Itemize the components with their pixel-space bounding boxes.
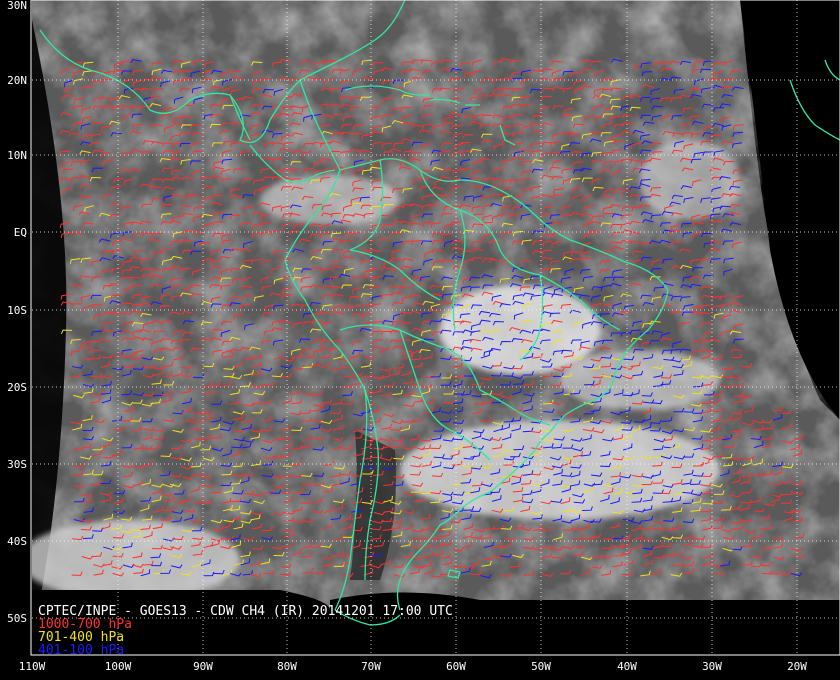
longitude-label: 60W [446, 660, 466, 673]
latitude-label: 50S [7, 612, 27, 625]
latitude-label: 20N [7, 74, 27, 87]
legend-high-level: 401-100 hPa [38, 643, 124, 658]
longitude-label: 20W [787, 660, 807, 673]
longitude-label: 80W [277, 660, 297, 673]
longitude-label: 90W [193, 660, 213, 673]
latitude-label: 20S [7, 381, 27, 394]
satellite-wind-map: 30N 20N 10N EQ 10S 20S 30S 40S 50S 110W 100W 90W 80… [0, 0, 840, 680]
latitude-label: 40S [7, 535, 27, 548]
latitude-label: 30N [7, 0, 27, 12]
latitude-label: 10N [7, 149, 27, 162]
longitude-label: 40W [617, 660, 637, 673]
longitude-label: 110W [19, 660, 46, 673]
longitude-label: 100W [105, 660, 132, 673]
latitude-label: 10S [7, 304, 27, 317]
latitude-label: EQ [14, 226, 27, 239]
longitude-label: 30W [702, 660, 722, 673]
longitude-label: 50W [531, 660, 551, 673]
longitude-label: 70W [361, 660, 381, 673]
latitude-label: 30S [7, 458, 27, 471]
